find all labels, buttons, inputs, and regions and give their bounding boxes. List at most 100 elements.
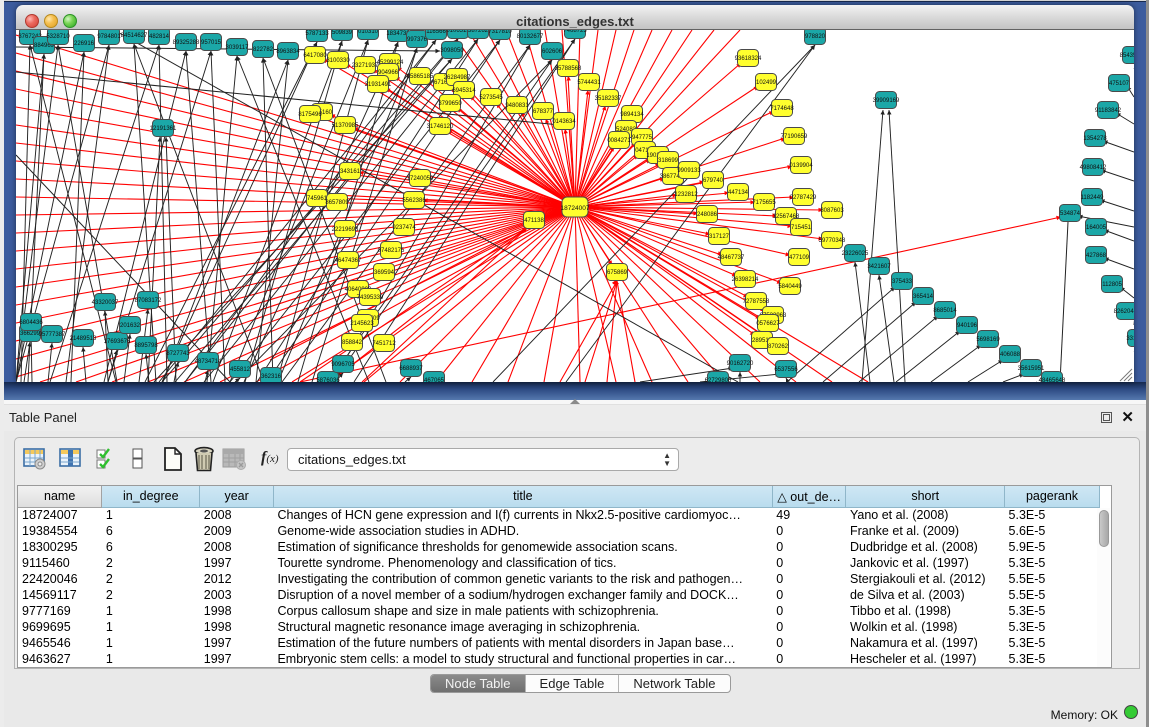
svg-text:6804436: 6804436 xyxy=(19,320,43,326)
svg-text:48734714: 48734714 xyxy=(195,359,222,365)
svg-text:822782: 822782 xyxy=(253,47,274,53)
svg-text:3100330: 3100330 xyxy=(326,58,350,64)
svg-text:3799650: 3799650 xyxy=(438,101,462,107)
svg-text:6945314: 6945314 xyxy=(452,88,476,94)
svg-text:475107: 475107 xyxy=(1109,81,1130,87)
svg-text:7451712: 7451712 xyxy=(372,341,396,347)
svg-text:77190659: 77190659 xyxy=(781,134,808,140)
svg-text:26398214: 26398214 xyxy=(732,277,759,283)
svg-text:8087603: 8087603 xyxy=(820,208,844,214)
svg-text:91183842: 91183842 xyxy=(1095,108,1122,114)
svg-text:31746120: 31746120 xyxy=(427,124,454,130)
svg-text:678377: 678377 xyxy=(533,109,554,115)
svg-text:602606: 602606 xyxy=(542,49,563,55)
svg-text:3098050: 3098050 xyxy=(440,48,464,54)
svg-text:482814: 482814 xyxy=(149,34,170,40)
svg-text:90162720: 90162720 xyxy=(727,361,754,367)
svg-text:534874: 534874 xyxy=(1060,211,1081,217)
svg-text:18724007: 18724007 xyxy=(561,205,590,212)
svg-text:7468723: 7468723 xyxy=(563,30,587,34)
svg-text:010310: 010310 xyxy=(358,30,379,35)
svg-text:5787133: 5787133 xyxy=(305,31,329,37)
svg-text:72787558: 72787558 xyxy=(743,299,770,305)
svg-text:3039117: 3039117 xyxy=(226,45,250,51)
svg-text:5273545: 5273545 xyxy=(479,95,503,101)
svg-text:0106513: 0106513 xyxy=(446,30,470,34)
svg-text:467065: 467065 xyxy=(424,378,445,382)
svg-text:858842: 858842 xyxy=(342,340,363,346)
svg-text:365414: 365414 xyxy=(913,294,934,300)
svg-text:102499: 102499 xyxy=(756,80,777,86)
svg-text:947775: 947775 xyxy=(632,135,653,141)
svg-text:1232812: 1232812 xyxy=(674,192,698,198)
svg-text:12191361: 12191361 xyxy=(150,126,177,132)
svg-text:997376: 997376 xyxy=(407,37,428,43)
svg-text:116566: 116566 xyxy=(426,30,446,35)
svg-text:8685014: 8685014 xyxy=(933,308,957,314)
svg-text:343161: 343161 xyxy=(340,169,361,175)
svg-text:8963834: 8963834 xyxy=(276,49,300,55)
svg-text:9096705: 9096705 xyxy=(331,362,355,368)
svg-text:85435346: 85435346 xyxy=(1120,53,1134,59)
svg-text:95777387: 95777387 xyxy=(39,332,66,338)
svg-text:5840449: 5840449 xyxy=(778,284,802,290)
svg-text:3421607: 3421607 xyxy=(867,264,891,270)
svg-text:51370985: 51370985 xyxy=(332,123,359,129)
svg-text:226916: 226916 xyxy=(74,41,95,47)
svg-text:8175496: 8175496 xyxy=(298,112,322,118)
svg-text:112805: 112805 xyxy=(1102,282,1122,288)
svg-text:31931491: 31931491 xyxy=(365,82,392,88)
svg-text:6688937: 6688937 xyxy=(399,366,423,372)
svg-text:80132677: 80132677 xyxy=(517,34,544,40)
svg-text:477109: 477109 xyxy=(789,255,810,261)
svg-text:318699: 318699 xyxy=(658,158,679,164)
svg-text:49808412: 49808412 xyxy=(1080,165,1107,171)
svg-text:201632: 201632 xyxy=(120,323,141,329)
svg-text:978820: 978820 xyxy=(805,34,826,40)
svg-text:427868: 427868 xyxy=(1086,253,1107,259)
svg-text:95788568: 95788568 xyxy=(555,66,582,72)
svg-text:369594: 369594 xyxy=(374,270,395,276)
svg-text:362316: 362316 xyxy=(261,374,282,380)
svg-text:9237474: 9237474 xyxy=(392,225,416,231)
svg-text:406088: 406088 xyxy=(1000,352,1021,358)
svg-text:8895798: 8895798 xyxy=(134,343,158,349)
svg-text:62729806: 62729806 xyxy=(705,378,732,382)
svg-text:387262: 387262 xyxy=(468,30,489,34)
svg-text:366299: 366299 xyxy=(20,331,41,337)
svg-text:715451: 715451 xyxy=(791,225,812,231)
svg-text:82620450: 82620450 xyxy=(1114,309,1134,315)
svg-text:17693676: 17693676 xyxy=(104,339,131,345)
svg-text:9480831: 9480831 xyxy=(505,103,529,109)
svg-text:6417080: 6417080 xyxy=(303,53,327,59)
svg-text:7174648: 7174648 xyxy=(770,106,794,112)
svg-text:317127: 317127 xyxy=(709,234,730,240)
svg-text:870262: 870262 xyxy=(768,344,789,350)
svg-text:87083172: 87083172 xyxy=(135,298,162,304)
svg-text:17240050: 17240050 xyxy=(407,176,434,182)
svg-text:9784801: 9784801 xyxy=(97,34,121,40)
svg-text:59770348: 59770348 xyxy=(819,238,846,244)
svg-text:84514627: 84514627 xyxy=(121,33,148,39)
svg-text:21489513: 21489513 xyxy=(70,336,97,342)
svg-text:9894134: 9894134 xyxy=(620,112,644,118)
svg-text:375433: 375433 xyxy=(892,279,913,285)
svg-text:6537556: 6537556 xyxy=(774,367,798,373)
svg-text:35615951: 35615951 xyxy=(1018,366,1045,372)
svg-text:0143634: 0143634 xyxy=(552,119,576,125)
svg-text:5744431: 5744431 xyxy=(577,80,601,86)
svg-text:35182337: 35182337 xyxy=(595,96,622,102)
svg-text:48467737: 48467737 xyxy=(718,255,745,261)
svg-text:23226025: 23226025 xyxy=(842,251,869,257)
svg-text:164005: 164005 xyxy=(1086,225,1107,231)
svg-text:43320037: 43320037 xyxy=(92,300,119,306)
svg-text:7317810: 7317810 xyxy=(488,30,512,35)
svg-text:39909169: 39909169 xyxy=(873,98,900,104)
svg-text:447134: 447134 xyxy=(728,190,749,196)
svg-text:0139904: 0139904 xyxy=(789,163,813,169)
svg-text:3315869: 3315869 xyxy=(1126,336,1134,342)
svg-text:1182449: 1182449 xyxy=(1081,195,1105,201)
svg-text:74395339: 74395339 xyxy=(357,295,384,301)
svg-text:89325288: 89325288 xyxy=(173,40,200,46)
svg-text:957015: 957015 xyxy=(201,40,222,46)
